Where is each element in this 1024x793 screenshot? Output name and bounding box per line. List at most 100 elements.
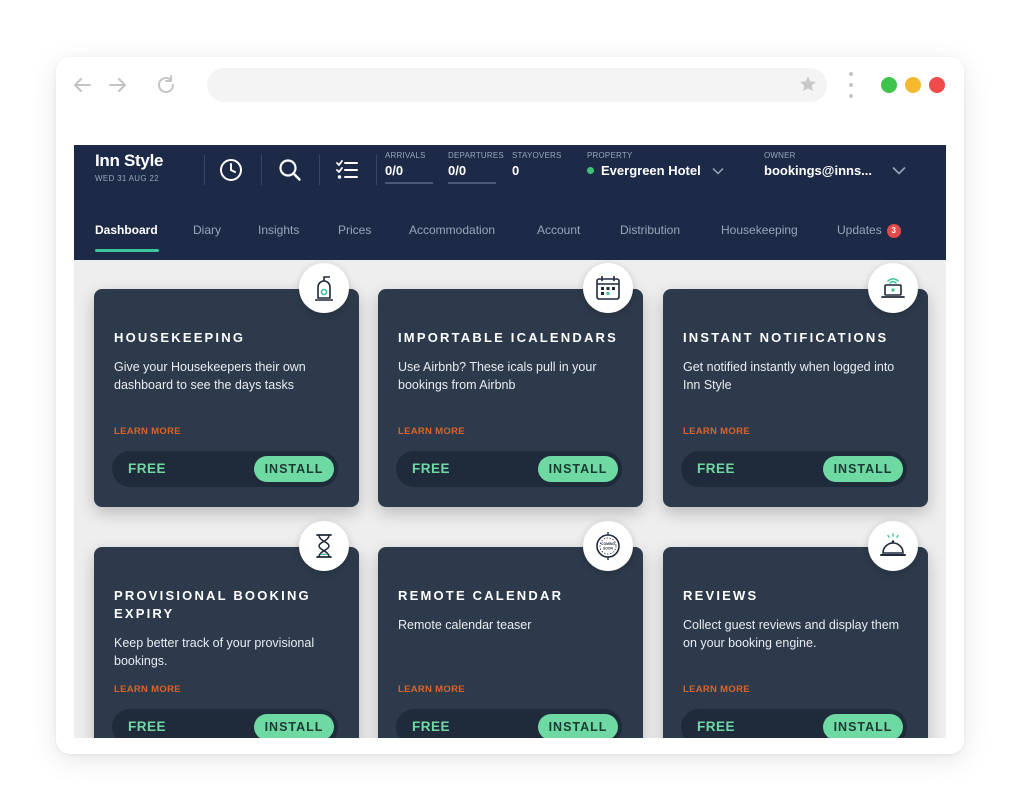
divider bbox=[376, 155, 377, 185]
laptop-notification-icon bbox=[868, 263, 918, 313]
coming-soon-text: COMING bbox=[601, 542, 615, 546]
card-title: IMPORTABLE ICALENDARS bbox=[398, 330, 619, 345]
install-button[interactable]: INSTALL bbox=[823, 456, 903, 482]
task-list-icon[interactable] bbox=[334, 157, 360, 183]
learn-more-link[interactable]: LEARN MORE bbox=[398, 426, 465, 437]
addon-card-housekeeping: HOUSEKEEPING Give your Housekeepers thei… bbox=[94, 263, 359, 507]
window-dot-green[interactable] bbox=[881, 77, 897, 93]
price-label: FREE bbox=[697, 719, 736, 734]
status-dot bbox=[587, 167, 594, 174]
addon-card-instant-notifications: INSTANT NOTIFICATIONS Get notified insta… bbox=[663, 263, 928, 507]
browser-window: Inn Style WED 31 AUG 22 ARRIVALS 0/0 DEP… bbox=[56, 57, 964, 754]
property-label: PROPERTY bbox=[587, 151, 633, 160]
service-bell-icon bbox=[868, 521, 918, 571]
tab-prices[interactable]: Prices bbox=[338, 223, 371, 237]
learn-more-link[interactable]: LEARN MORE bbox=[114, 426, 181, 437]
app-header: Inn Style WED 31 AUG 22 ARRIVALS 0/0 DEP… bbox=[74, 145, 946, 260]
price-label: FREE bbox=[128, 461, 167, 476]
price-install-bar: FREE INSTALL bbox=[396, 451, 622, 487]
updates-count-badge: 3 bbox=[886, 224, 901, 238]
card-description: Use Airbnb? These icals pull in your boo… bbox=[398, 360, 597, 392]
owner-label: OWNER bbox=[764, 151, 796, 160]
divider bbox=[319, 155, 320, 185]
price-install-bar: FREE INSTALL bbox=[112, 451, 338, 487]
arrivals-underline bbox=[385, 182, 433, 184]
arrivals-stat[interactable]: ARRIVALS 0/0 bbox=[385, 151, 433, 184]
menu-dots-icon[interactable] bbox=[843, 70, 859, 100]
chevron-down-icon[interactable] bbox=[886, 157, 912, 183]
departures-stat[interactable]: DEPARTURES 0/0 bbox=[448, 151, 504, 184]
tab-distribution[interactable]: Distribution bbox=[620, 223, 680, 237]
forward-arrow-icon[interactable] bbox=[106, 73, 130, 97]
price-label: FREE bbox=[128, 719, 167, 734]
install-button[interactable]: INSTALL bbox=[254, 714, 334, 738]
card-description: Keep better track of your provisional bo… bbox=[114, 636, 315, 668]
clock-icon[interactable] bbox=[218, 157, 244, 183]
address-bar[interactable] bbox=[207, 68, 827, 102]
tab-updates-label: Updates bbox=[837, 223, 882, 237]
brand[interactable]: Inn Style WED 31 AUG 22 bbox=[95, 151, 163, 183]
addon-card-remote-calendar: COMING SOON REMOTE CALENDAR Remote calend… bbox=[378, 521, 643, 738]
install-button[interactable]: INSTALL bbox=[254, 456, 334, 482]
coming-soon-text: SOON bbox=[603, 547, 614, 551]
card-title: REMOTE CALENDAR bbox=[398, 588, 564, 603]
bookmark-star-icon[interactable] bbox=[799, 75, 817, 98]
price-install-bar: FREE INSTALL bbox=[112, 709, 338, 738]
tab-insights[interactable]: Insights bbox=[258, 223, 299, 237]
hourglass-icon bbox=[299, 521, 349, 571]
card-title: HOUSEKEEPING bbox=[114, 330, 246, 345]
tab-updates[interactable]: Updates 3 bbox=[837, 223, 901, 238]
addon-card-provisional-booking-expiry: PROVISIONAL BOOKING EXPIRY Keep better t… bbox=[94, 521, 359, 738]
price-install-bar: FREE INSTALL bbox=[396, 709, 622, 738]
search-icon[interactable] bbox=[277, 157, 303, 183]
learn-more-link[interactable]: LEARN MORE bbox=[114, 684, 181, 695]
divider bbox=[261, 155, 262, 185]
vacuum-icon bbox=[299, 263, 349, 313]
tab-housekeeping[interactable]: Housekeeping bbox=[721, 223, 798, 237]
addon-card-importable-icalendars: IMPORTABLE ICALENDARS Use Airbnb? These … bbox=[378, 263, 643, 507]
window-dot-yellow[interactable] bbox=[905, 77, 921, 93]
card-description: Give your Housekeepers their own dashboa… bbox=[114, 360, 306, 392]
card-description: Remote calendar teaser bbox=[398, 618, 532, 632]
current-date: WED 31 AUG 22 bbox=[95, 174, 159, 183]
card-description: Get notified instantly when logged into … bbox=[683, 360, 895, 392]
owner-email: bookings@inns... bbox=[764, 163, 873, 178]
reload-icon[interactable] bbox=[154, 73, 178, 97]
install-button[interactable]: INSTALL bbox=[823, 714, 903, 738]
tab-accommodation[interactable]: Accommodation bbox=[409, 223, 495, 237]
main-nav: Dashboard Diary Insights Prices Accommod… bbox=[74, 223, 946, 260]
tab-dashboard[interactable]: Dashboard bbox=[95, 223, 158, 237]
property-selector[interactable]: PROPERTY Evergreen Hotel bbox=[587, 151, 724, 178]
card-title: REVIEWS bbox=[683, 588, 759, 603]
active-tab-indicator bbox=[95, 249, 159, 252]
price-label: FREE bbox=[697, 461, 736, 476]
back-arrow-icon[interactable] bbox=[70, 73, 94, 97]
chevron-down-icon bbox=[712, 167, 724, 175]
window-dot-red[interactable] bbox=[929, 77, 945, 93]
departures-value: 0/0 bbox=[448, 163, 467, 178]
addon-card-reviews: REVIEWS Collect guest reviews and displa… bbox=[663, 521, 928, 738]
app-name: Inn Style bbox=[95, 151, 164, 170]
card-title: INSTANT NOTIFICATIONS bbox=[683, 330, 889, 345]
tab-diary[interactable]: Diary bbox=[193, 223, 221, 237]
owner-selector[interactable]: OWNER bookings@inns... bbox=[764, 151, 872, 178]
card-title: PROVISIONAL BOOKING EXPIRY bbox=[114, 588, 311, 621]
departures-underline bbox=[448, 182, 496, 184]
stayovers-label: STAYOVERS bbox=[512, 151, 562, 160]
card-description: Collect guest reviews and display them o… bbox=[683, 618, 900, 650]
price-label: FREE bbox=[412, 461, 451, 476]
install-button[interactable]: INSTALL bbox=[538, 456, 618, 482]
learn-more-link[interactable]: LEARN MORE bbox=[683, 426, 750, 437]
install-button[interactable]: INSTALL bbox=[538, 714, 618, 738]
arrivals-value: 0/0 bbox=[385, 163, 404, 178]
browser-toolbar bbox=[56, 57, 964, 117]
learn-more-link[interactable]: LEARN MORE bbox=[683, 684, 750, 695]
arrivals-label: ARRIVALS bbox=[385, 151, 426, 160]
divider bbox=[204, 155, 205, 185]
calendar-icon bbox=[583, 263, 633, 313]
learn-more-link[interactable]: LEARN MORE bbox=[398, 684, 465, 695]
price-label: FREE bbox=[412, 719, 451, 734]
tab-account[interactable]: Account bbox=[537, 223, 580, 237]
price-install-bar: FREE INSTALL bbox=[681, 709, 907, 738]
stayovers-stat[interactable]: STAYOVERS 0 bbox=[512, 151, 562, 178]
